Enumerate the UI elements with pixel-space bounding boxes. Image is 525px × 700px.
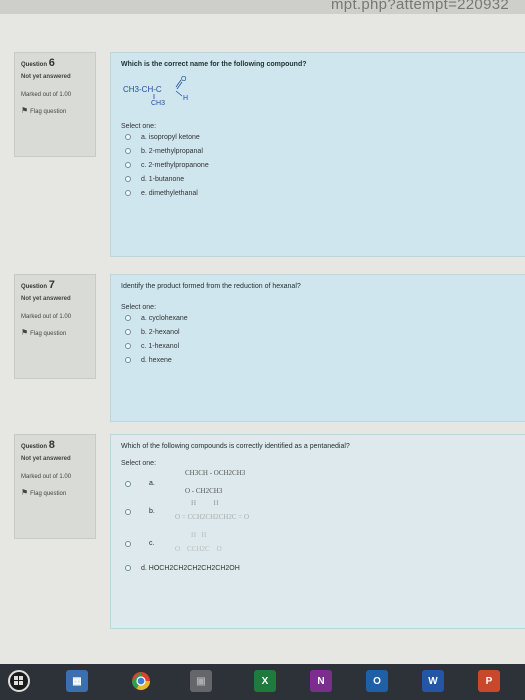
browser-url-strip: mpt.php?attempt=220932 (0, 0, 525, 14)
question-info: Question 8 Not yet answered Marked out o… (14, 434, 96, 539)
question-number: Question 8 (21, 439, 55, 451)
option-b[interactable]: b. H H O = CCH2CH2CH2C = O (125, 499, 517, 531)
question-content: Identify the product formed from the red… (110, 274, 525, 422)
radio-button[interactable] (125, 541, 131, 547)
select-one-label: Select one: (121, 304, 157, 311)
formula-hydrogen: H (183, 95, 188, 102)
excel-icon: X (261, 675, 269, 687)
question-marks: Marked out of 1.00 (21, 474, 72, 480)
question-text: Which of the following compounds is corr… (121, 443, 350, 450)
flag-icon: ⚑ (21, 488, 29, 497)
compound-formula: CH3-CH-C O H CH3 (123, 76, 188, 107)
store-app[interactable]: ▦ (66, 670, 88, 692)
select-one-label: Select one: (121, 460, 157, 467)
radio-button[interactable] (125, 148, 131, 154)
flag-question-link[interactable]: ⚑ Flag question (21, 489, 89, 498)
word-app[interactable]: W (422, 670, 444, 692)
question-state: Not yet answered (21, 456, 71, 462)
outlook-app[interactable]: O (366, 670, 388, 692)
start-button[interactable] (8, 670, 30, 692)
flag-question-link[interactable]: ⚑ Flag question (21, 107, 89, 116)
radio-button[interactable] (125, 481, 131, 487)
question-state: Not yet answered (21, 296, 71, 302)
chrome-app[interactable] (130, 670, 152, 692)
word-icon: W (428, 675, 438, 687)
option-b[interactable]: b. 2-hexanol (125, 325, 517, 339)
radio-button[interactable] (125, 565, 131, 571)
question-text: Which is the correct name for the follow… (121, 61, 307, 68)
excel-app[interactable]: X (254, 670, 276, 692)
question-marks: Marked out of 1.00 (21, 92, 72, 98)
question-info: Question 6 Not yet answered Marked out o… (14, 52, 96, 157)
outlook-icon: O (373, 675, 381, 687)
option-c[interactable]: c. 1-hexanol (125, 339, 517, 353)
radio-button[interactable] (125, 329, 131, 335)
question-state: Not yet answered (21, 74, 71, 80)
powerpoint-app[interactable]: P (478, 670, 500, 692)
flag-icon: ⚑ (21, 328, 29, 337)
radio-button[interactable] (125, 190, 131, 196)
option-b[interactable]: b. 2-methylpropanal (125, 144, 517, 158)
question-marks: Marked out of 1.00 (21, 314, 72, 320)
quiz-page: Question 6 Not yet answered Marked out o… (0, 14, 525, 664)
windows-taskbar: ▦ ▣ X N O W P (0, 664, 525, 700)
select-one-label: Select one: (121, 123, 157, 130)
windows-icon (14, 676, 23, 685)
option-d[interactable]: d. hexene (125, 353, 517, 367)
onenote-icon: N (317, 675, 325, 687)
onenote-app[interactable]: N (310, 670, 332, 692)
radio-button[interactable] (125, 343, 131, 349)
formula-methyl: CH3 (151, 100, 165, 107)
option-d[interactable]: d. HOCH2CH2CH2CH2CH2OH (125, 561, 517, 575)
radio-button[interactable] (125, 134, 131, 140)
flag-question-link[interactable]: ⚑ Flag question (21, 329, 89, 338)
formula-main: CH3-CH-C (123, 85, 162, 94)
question-text: Identify the product formed from the red… (121, 283, 301, 290)
radio-button[interactable] (125, 176, 131, 182)
url-fragment: mpt.php?attempt=220932 (331, 0, 509, 13)
radio-button[interactable] (125, 357, 131, 363)
question-8: Question 8 Not yet answered Marked out o… (14, 434, 525, 629)
radio-button[interactable] (125, 509, 131, 515)
question-content: Which is the correct name for the follow… (110, 52, 525, 257)
radio-button[interactable] (125, 315, 131, 321)
option-c[interactable]: c. H H O CCH2C O (125, 531, 517, 561)
flag-icon: ⚑ (21, 106, 29, 115)
option-a[interactable]: a. cyclohexane (125, 311, 517, 325)
question-content: Which of the following compounds is corr… (110, 434, 525, 629)
question-number: Question 6 (21, 57, 55, 69)
photos-icon: ▣ (196, 675, 206, 687)
chrome-icon (132, 672, 150, 691)
question-6: Question 6 Not yet answered Marked out o… (14, 52, 525, 257)
option-a[interactable]: a. isopropyl ketone (125, 130, 517, 144)
radio-button[interactable] (125, 162, 131, 168)
photos-app[interactable]: ▣ (190, 670, 212, 692)
option-d[interactable]: d. 1-butanone (125, 172, 517, 186)
store-icon: ▦ (72, 675, 82, 687)
option-a[interactable]: a. CH3CH - OCH2CH3 O - CH2CH3 (125, 467, 517, 499)
question-7: Question 7 Not yet answered Marked out o… (14, 274, 525, 422)
option-c[interactable]: c. 2-methylpropanone (125, 158, 517, 172)
option-e[interactable]: e. dimethylethanal (125, 186, 517, 200)
powerpoint-icon: P (485, 675, 493, 687)
question-info: Question 7 Not yet answered Marked out o… (14, 274, 96, 379)
question-number: Question 7 (21, 279, 55, 291)
